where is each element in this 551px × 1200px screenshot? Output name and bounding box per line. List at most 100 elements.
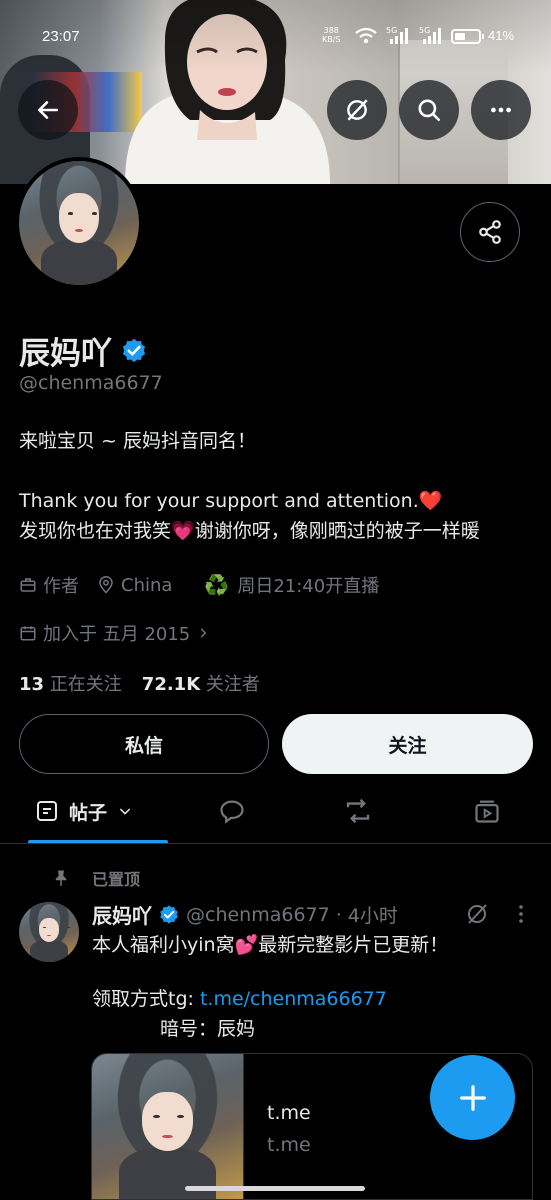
status-net-speed-unit: KB/S	[322, 35, 341, 44]
card-subtitle: t.me	[267, 1134, 311, 1156]
profile-meta-row: 作者 China ♻️ 周日21:40开直播	[19, 572, 397, 598]
meta-location-label: China	[121, 574, 173, 596]
tab-reposts[interactable]	[326, 780, 390, 842]
compose-plus-icon	[459, 1084, 486, 1111]
bio-line-3b: 谢谢你呀，像刚晒过的被子一样暖	[194, 520, 480, 542]
post-line-2: 领取方式tg: t.me/chenma66677	[92, 984, 532, 1014]
repost-icon	[346, 798, 370, 824]
profile-bio: 来啦宝贝 ~ 辰妈抖音同名！ Thank you for your suppor…	[19, 426, 539, 546]
follow-stats: 13 正在关注 72.1K 关注者	[19, 670, 260, 696]
avatar-coat	[40, 240, 118, 285]
profile-tabs: 帖子	[0, 780, 551, 844]
bio-line-2-text: Thank you for your support and attention…	[19, 490, 419, 512]
followers-link[interactable]: 72.1K 关注者	[142, 670, 260, 696]
tab-replies[interactable]	[200, 780, 264, 842]
meta-location: China	[97, 575, 172, 596]
post-time[interactable]: 4小时	[348, 901, 398, 928]
card-coat	[119, 1148, 216, 1199]
profile-name: 辰妈吖	[19, 336, 112, 372]
following-count: 13	[19, 674, 45, 695]
tab-posts[interactable]: 帖子	[0, 780, 168, 844]
chevron-right-icon	[201, 628, 207, 638]
post-author-name[interactable]: 辰妈吖	[92, 900, 152, 929]
avatar-face	[58, 193, 100, 243]
compose-button[interactable]	[430, 1055, 515, 1140]
meta-category: 作者	[19, 572, 79, 598]
chevron-down-icon	[119, 808, 131, 815]
wifi-icon	[355, 27, 377, 44]
battery-tip	[482, 34, 484, 39]
post-line-1: 本人福利小yin窝💕最新完整影片已更新！	[92, 930, 532, 960]
profile-avatar[interactable]	[15, 157, 143, 289]
profile-handle: @chenma6677	[19, 372, 163, 394]
tab-posts-label: 帖子	[68, 801, 107, 824]
status-bar: 23:07 388 KB/S 5G 5G 41%	[0, 24, 551, 54]
pinned-label: 已置顶	[92, 870, 141, 889]
reply-icon	[220, 800, 244, 824]
card-thumbnail	[92, 1054, 244, 1199]
grok-icon	[347, 99, 368, 121]
search-button[interactable]	[399, 80, 459, 140]
card-thumbnail-image	[92, 1054, 243, 1199]
bio-line-3: 发现你也在对我笑💗谢谢你呀，像刚晒过的被子一样暖	[19, 516, 539, 546]
signal2-label: 5G	[419, 26, 430, 35]
status-net-speed: 388 KB/S	[322, 26, 341, 44]
heart-emoji-icon: ❤️	[418, 490, 443, 512]
more-button[interactable]	[471, 80, 531, 140]
avatar-image	[19, 161, 139, 285]
grok-button[interactable]	[327, 80, 387, 140]
cell-signal-2-icon: 5G	[419, 26, 441, 44]
followers-label: 关注者	[205, 674, 260, 695]
meta-live-label: 周日21:40开直播	[237, 576, 380, 597]
post-avatar-image	[19, 902, 79, 962]
post-header[interactable]: 辰妈吖 @chenma6677 · 4小时	[92, 900, 398, 929]
status-net-speed-value: 388	[323, 26, 339, 35]
post-line-3: 暗号：辰妈	[160, 1018, 256, 1040]
profile-name-row: 辰妈吖	[19, 328, 148, 373]
tabs-divider	[0, 843, 551, 844]
card-domain: t.me	[267, 1102, 311, 1124]
meta-joined[interactable]: 加入于 五月 2015	[19, 620, 210, 646]
tab-media[interactable]	[455, 780, 519, 842]
pink-heart-emoji-icon: 💗	[171, 520, 195, 542]
card-face	[141, 1092, 194, 1152]
location-pin-icon	[99, 576, 113, 594]
back-arrow-icon	[38, 101, 58, 119]
following-label: 正在关注	[49, 674, 122, 695]
verified-badge-icon	[160, 904, 178, 924]
following-link[interactable]: 13 正在关注	[19, 670, 122, 696]
pin-icon	[55, 870, 67, 887]
recycle-emoji-icon: ♻️	[204, 573, 230, 597]
post-line-2-prefix: 领取方式tg:	[92, 988, 200, 1010]
post-author-avatar[interactable]	[19, 902, 79, 962]
calendar-icon	[20, 626, 36, 641]
meta-joined-label: 加入于 五月 2015	[43, 624, 191, 645]
post-avatar-face	[38, 917, 60, 942]
post-grok-icon[interactable]	[465, 902, 489, 926]
media-icon	[475, 800, 499, 823]
bio-line-3a: 发现你也在对我笑	[19, 520, 172, 542]
battery-percent: 41%	[488, 28, 515, 43]
meta-category-label: 作者	[43, 576, 79, 597]
share-button[interactable]	[460, 202, 520, 262]
status-time: 23:07	[42, 28, 80, 45]
two-hearts-emoji-icon: 💕	[234, 934, 259, 956]
followers-count: 72.1K	[141, 674, 201, 695]
home-indicator[interactable]	[185, 1186, 365, 1191]
profile-joined-row[interactable]: 加入于 五月 2015	[19, 620, 228, 646]
post-more-icon[interactable]	[512, 902, 530, 926]
cell-signal-1-icon: 5G	[386, 26, 408, 44]
post-line-1b: 最新完整影片已更新！	[258, 934, 449, 956]
post-author-handle: @chenma6677	[186, 903, 330, 926]
battery-icon	[451, 29, 481, 44]
post-telegram-link[interactable]: t.me/chenma66677	[200, 988, 387, 1010]
follow-button[interactable]: 关注	[282, 714, 533, 774]
post-separator: ·	[335, 903, 342, 926]
pinned-indicator: 已置顶	[52, 866, 140, 890]
message-button[interactable]: 私信	[19, 714, 269, 774]
verified-badge-icon[interactable]	[120, 337, 148, 365]
posts-icon	[36, 801, 57, 821]
search-icon	[418, 99, 441, 122]
post-text: 本人福利小yin窝💕最新完整影片已更新！ 领取方式tg: t.me/chenma…	[92, 930, 532, 1044]
back-button[interactable]	[18, 80, 78, 140]
